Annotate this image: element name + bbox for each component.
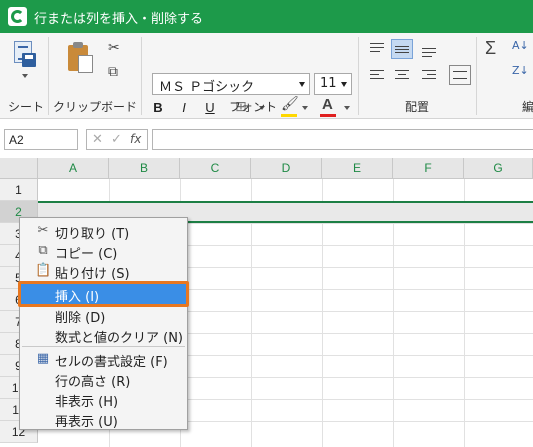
cut-icon[interactable]: ✂ [108, 41, 120, 55]
merge-cells-button[interactable] [449, 65, 471, 85]
font-color-swatch [320, 114, 336, 117]
column-header-b[interactable]: B [109, 158, 180, 179]
row-header[interactable]: 1 [0, 179, 38, 201]
group-separator [358, 37, 359, 115]
name-box[interactable]: A2 [4, 129, 78, 150]
font-size-value: 11 [320, 76, 337, 91]
menu-item-label: セルの書式設定 (F) [55, 355, 168, 370]
font-name-value: ＭＳ Ｐゴシック [159, 80, 255, 95]
group-label-font: フォント [229, 100, 278, 114]
fill-color-swatch [281, 114, 297, 117]
font-size-select[interactable]: 11 [314, 73, 352, 95]
font-name-select[interactable]: ＭＳ Ｐゴシック [152, 73, 310, 95]
fill-color-icon[interactable]: 🖌 [281, 97, 299, 111]
font-color-icon[interactable]: A [322, 97, 333, 112]
group-label-alignment: 配置 [405, 100, 430, 114]
select-all-corner[interactable] [0, 158, 38, 179]
group-separator [48, 37, 49, 115]
bold-button[interactable]: B [148, 99, 168, 117]
menu-item-row-height[interactable]: 行の高さ (R) [21, 369, 186, 390]
underline-button[interactable]: U [200, 99, 220, 117]
cancel-icon[interactable]: ✕ [92, 132, 103, 147]
formula-input[interactable] [152, 129, 533, 150]
sheet-icon[interactable] [14, 41, 38, 71]
paste-icon: 📋 [35, 263, 52, 278]
menu-item-label: 再表示 (U) [55, 415, 118, 430]
ribbon: シート ✂ ⧉ クリップボード ＭＳ Ｐゴシック 11 B I U ⊞ 🖌 A … [0, 33, 533, 119]
group-label-clipboard: クリップボード [53, 100, 138, 114]
chevron-down-icon[interactable] [302, 106, 308, 110]
menu-item-paste[interactable]: 📋 貼り付け (S) [21, 261, 186, 282]
paste-icon[interactable] [66, 41, 96, 75]
group-label-sheet: シート [8, 100, 45, 114]
copy-icon[interactable]: ⧉ [108, 65, 118, 79]
menu-item-label: 非表示 (H) [55, 395, 119, 410]
menu-item-hide[interactable]: 非表示 (H) [21, 389, 186, 410]
menu-item-format-cells[interactable]: ▦ セルの書式設定 (F) [21, 349, 186, 370]
menu-item-label: 削除 (D) [55, 311, 106, 326]
insert-function-icon[interactable]: fx [130, 132, 141, 146]
app-logo-icon [8, 7, 27, 26]
enter-icon[interactable]: ✓ [111, 132, 122, 147]
title-bar: 行または列を挿入・削除する [0, 0, 533, 33]
highlight-callout [18, 281, 189, 307]
menu-item-clear-contents[interactable]: 数式と値のクリア (N) [21, 325, 186, 346]
group-label-editing: 編 [522, 100, 533, 114]
sheet-dropdown-icon[interactable] [22, 74, 28, 78]
column-header-c[interactable]: C [180, 158, 251, 179]
copy-icon: ⧉ [38, 243, 48, 258]
column-header-a[interactable]: A [38, 158, 109, 179]
menu-item-cut[interactable]: ✂ 切り取り (T) [21, 221, 186, 242]
menu-item-label: 行の高さ (R) [55, 375, 131, 390]
menu-item-label: 数式と値のクリア (N) [55, 331, 184, 346]
autosum-button[interactable]: Σ [485, 39, 496, 57]
formula-buttons: ✕ ✓ fx [86, 129, 148, 150]
menu-item-label: 貼り付け (S) [55, 267, 130, 282]
formula-bar: A2 ✕ ✓ fx [0, 119, 533, 158]
group-separator [476, 37, 477, 115]
chevron-down-icon[interactable] [344, 106, 350, 110]
chevron-down-icon [341, 82, 347, 87]
chevron-down-icon [299, 82, 305, 87]
context-menu: ✂ 切り取り (T) ⧉ コピー (C) 📋 貼り付け (S) 挿入 (I) 削… [18, 217, 189, 430]
menu-item-copy[interactable]: ⧉ コピー (C) [21, 241, 186, 262]
group-separator [141, 37, 142, 115]
sort-ascending-icon[interactable]: A↓ [512, 40, 529, 51]
scissors-icon: ✂ [37, 223, 49, 238]
sort-descending-icon[interactable]: Z↓ [512, 65, 529, 76]
menu-item-label: コピー (C) [55, 247, 118, 262]
align-bottom-button[interactable] [418, 39, 440, 59]
column-header-g[interactable]: G [464, 158, 533, 179]
align-right-button[interactable] [418, 65, 440, 85]
italic-button[interactable]: I [174, 99, 194, 117]
align-center-button[interactable] [391, 65, 413, 85]
menu-item-label: 切り取り (T) [55, 227, 130, 242]
menu-item-delete[interactable]: 削除 (D) [21, 305, 186, 326]
align-left-button[interactable] [366, 65, 388, 85]
align-middle-button[interactable] [391, 39, 413, 59]
column-header-e[interactable]: E [322, 158, 393, 179]
format-cells-icon: ▦ [36, 351, 50, 366]
menu-item-unhide[interactable]: 再表示 (U) [21, 409, 186, 430]
column-header-d[interactable]: D [251, 158, 322, 179]
menu-separator [22, 346, 185, 347]
align-top-button[interactable] [366, 39, 388, 59]
column-header-f[interactable]: F [393, 158, 464, 179]
window-title: 行または列を挿入・削除する [34, 12, 204, 27]
